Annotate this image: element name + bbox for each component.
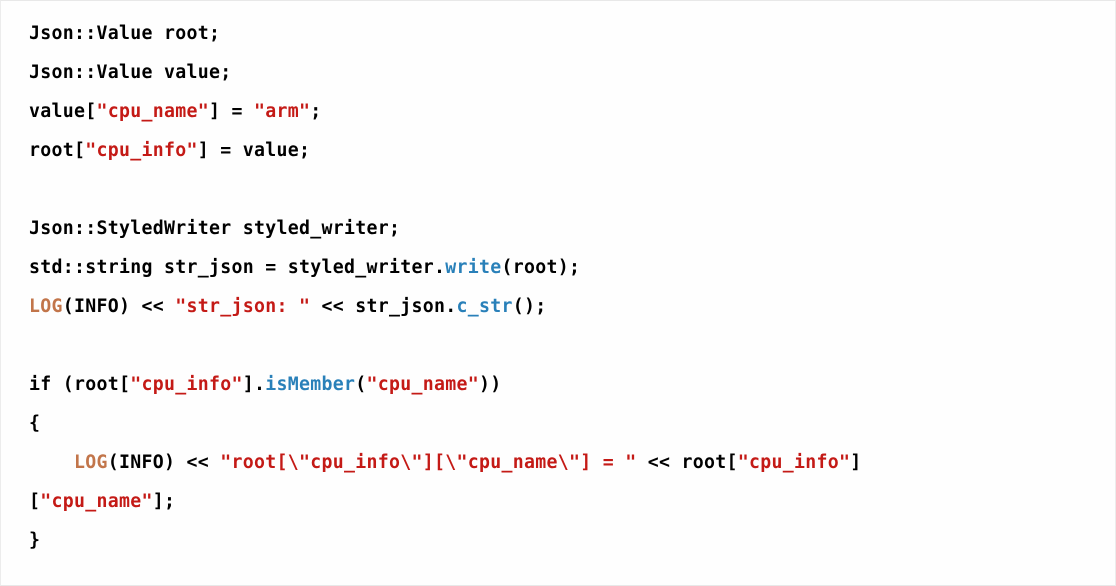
code-token-plain: value[ <box>29 101 97 122</box>
code-token-plain: ]; <box>153 491 176 512</box>
code-token-func: c_str <box>457 296 513 317</box>
code-token-plain: ; <box>310 101 321 122</box>
code-token-plain: } <box>29 530 40 551</box>
code-token-plain: )) <box>479 374 502 395</box>
code-token-plain: << root[ <box>637 452 738 473</box>
code-token-plain: (); <box>513 296 547 317</box>
code-token-string: "cpu_name" <box>367 374 480 395</box>
code-token-plain: ] = value; <box>198 140 311 161</box>
code-token-plain: Json::Value root; <box>29 23 220 44</box>
code-token-keyword: if <box>29 374 52 395</box>
code-token-plain: [ <box>29 491 40 512</box>
code-token-plain: ] = <box>209 101 254 122</box>
code-token-string: "cpu_info" <box>85 140 198 161</box>
code-token-plain: ( <box>355 374 366 395</box>
code-content: Json::Value root; Json::Value value; val… <box>29 23 862 551</box>
code-token-plain: Json::StyledWriter styled_writer; <box>29 218 400 239</box>
code-token-plain: ]. <box>243 374 266 395</box>
code-token-plain: ] <box>850 452 861 473</box>
code-token-plain: << str_json. <box>310 296 456 317</box>
code-token-plain: root[ <box>29 140 85 161</box>
code-block: Json::Value root; Json::Value value; val… <box>0 0 1116 586</box>
code-token-string: "cpu_info" <box>130 374 243 395</box>
code-token-plain: (root); <box>502 257 581 278</box>
code-token-string: "str_json: " <box>175 296 310 317</box>
code-token-plain: std::string str_json = styled_writer. <box>29 257 445 278</box>
code-token-func: isMember <box>265 374 355 395</box>
code-token-string: "cpu_info" <box>738 452 851 473</box>
code-token-macro: LOG <box>29 296 63 317</box>
code-token-string: "cpu_name" <box>97 101 210 122</box>
code-token-plain: (root[ <box>52 374 131 395</box>
code-token-string: "root[\"cpu_info\"][\"cpu_name\"] = " <box>220 452 636 473</box>
code-token-macro: LOG <box>74 452 108 473</box>
code-token-string: "arm" <box>254 101 310 122</box>
code-token-string: "cpu_name" <box>40 491 153 512</box>
code-token-plain: (INFO) << <box>108 452 221 473</box>
code-token-func: write <box>445 257 501 278</box>
code-token-plain: (INFO) << <box>63 296 176 317</box>
code-token-plain: Json::Value value; <box>29 62 232 83</box>
code-token-plain: { <box>29 413 40 434</box>
